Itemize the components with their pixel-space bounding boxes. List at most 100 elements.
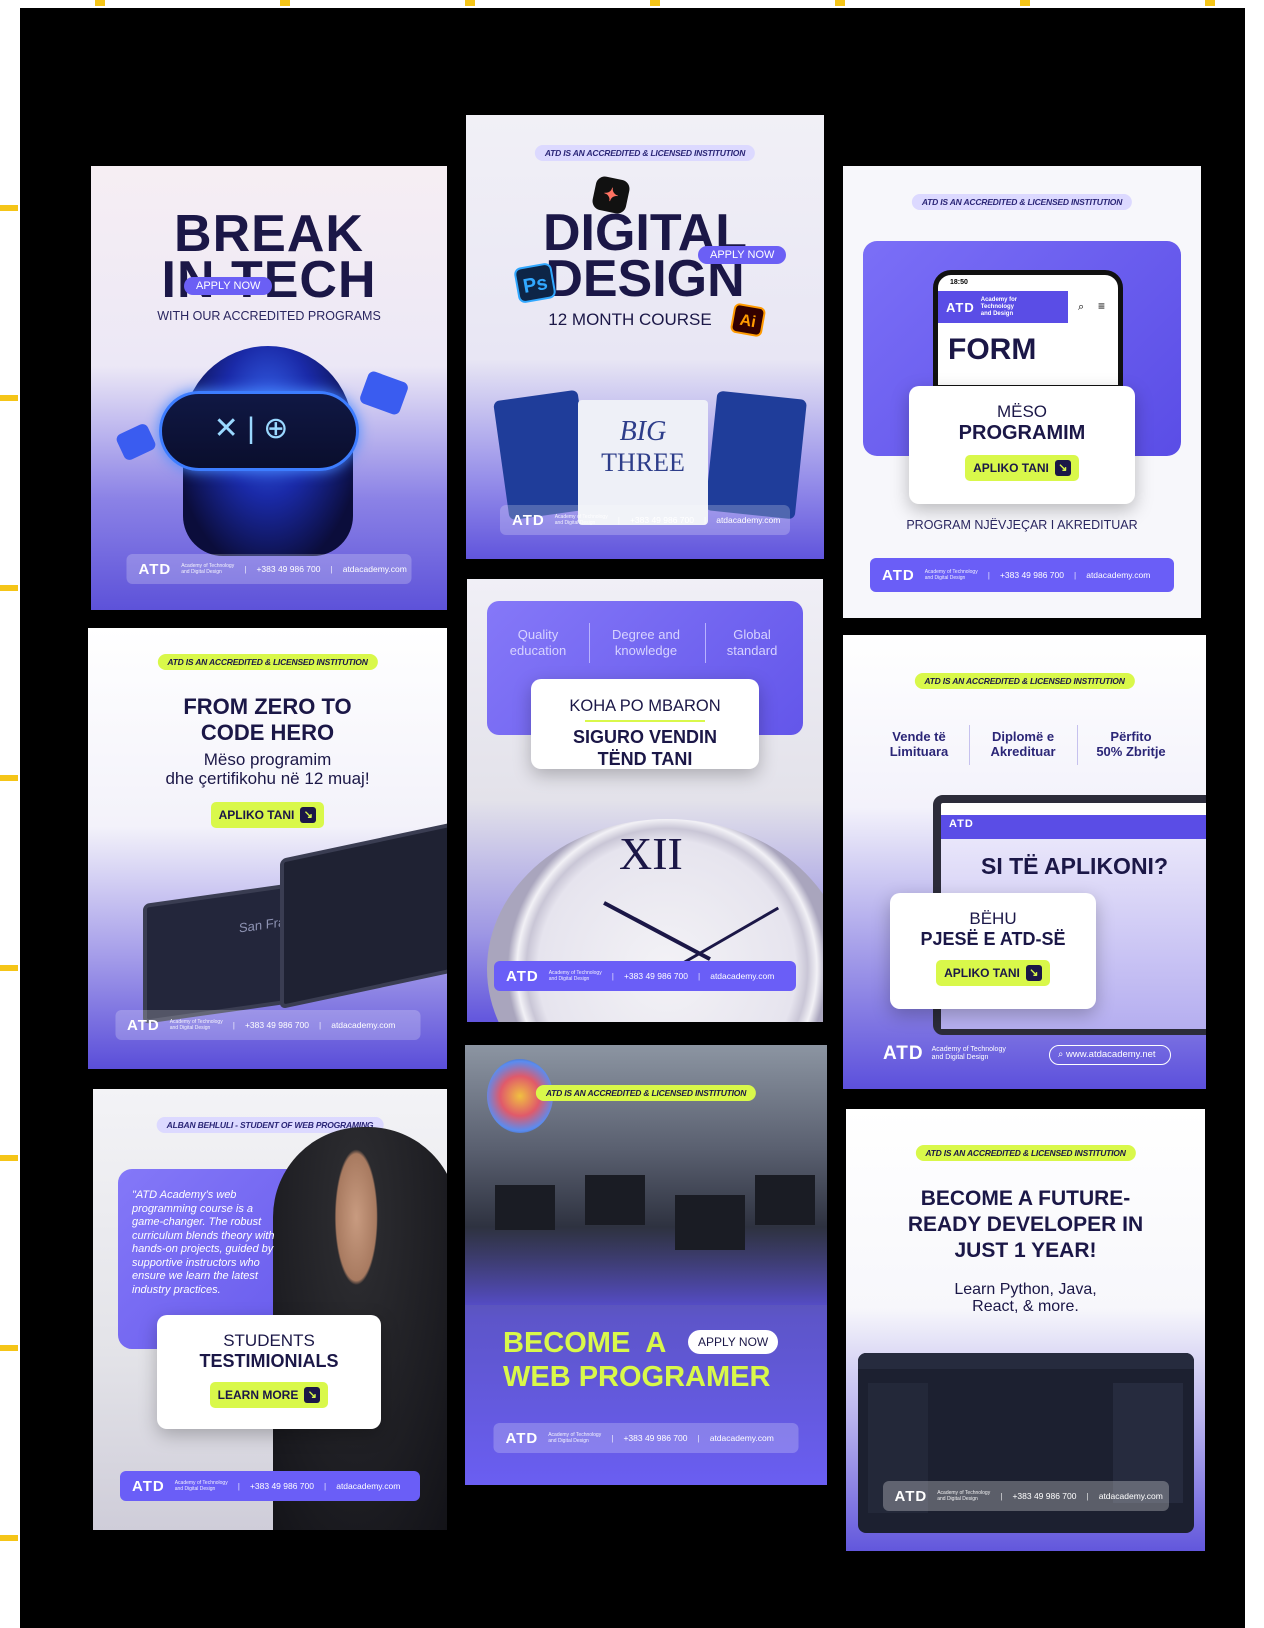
accredited-badge: ATD IS AN ACCREDITED & LICENSED INSTITUT…	[157, 654, 378, 670]
card-footer: ATD Academy of Technology and Digital Des…	[493, 1423, 799, 1453]
benefit-col-3: Përfito 50% Zbritje	[1096, 729, 1166, 759]
website: atdacademy.com	[1098, 1491, 1163, 1501]
visor-glyphs: ✕ | ⊕	[213, 412, 289, 445]
menu-icon[interactable]: ≡	[1098, 299, 1105, 313]
decor-tick	[0, 1535, 18, 1541]
programim-box: MËSO PROGRAMIM APLIKO TANI ↘	[909, 386, 1135, 504]
decor-tick	[0, 395, 18, 401]
decor-tick	[465, 0, 475, 6]
koha-line1: KOHA PO MBARON	[569, 697, 721, 715]
testimonial-box: STUDENTS TESTIMIONIALS LEARN MORE ↘	[157, 1315, 381, 1429]
atd-logo: ATD	[894, 1487, 928, 1505]
laptop-screen-right	[280, 820, 447, 1010]
clock-numeral-xii: XII	[619, 828, 683, 879]
phone-number: +383 49 986 700	[629, 515, 694, 525]
decor-tick	[1205, 0, 1215, 6]
arrow-icon: ↘	[300, 807, 317, 823]
card-footer: ATD Academy of Technology and Digital Des…	[882, 1481, 1169, 1511]
decor-tick	[0, 1345, 18, 1351]
decor-tick	[835, 0, 845, 6]
future-title3: JUST 1 YEAR!	[954, 1239, 1097, 1262]
divider	[1077, 725, 1078, 765]
phone-number: +383 49 986 700	[256, 564, 321, 574]
apply-now-pill[interactable]: APPLY NOW	[688, 1330, 779, 1354]
card-footer: ATD Academy of Technology and Digital Des…	[494, 961, 796, 991]
card-meso-programim[interactable]: ATD IS AN ACCREDITED & LICENSED INSTITUT…	[843, 166, 1201, 618]
future-title1: BECOME A FUTURE-	[920, 1187, 1131, 1210]
card-digital-design[interactable]: ATD IS AN ACCREDITED & LICENSED INSTITUT…	[466, 115, 824, 559]
search-icon: ⌕	[1058, 1049, 1064, 1060]
testimonial-line2: TESTIMIONIALS	[199, 1351, 339, 1371]
card-break-in-tech[interactable]: BREAK IN TECH APPLY NOW WITH OUR ACCREDI…	[91, 166, 447, 610]
apply-now-pill[interactable]: APPLY NOW	[698, 246, 787, 264]
atd-logo: ATD	[882, 566, 915, 584]
phone-header: ATD Academy for Technology and Design	[938, 291, 1068, 323]
website: atdacademy.com	[336, 1481, 401, 1491]
aplikoni-line1: BËHU	[969, 909, 1017, 928]
logo-subtitle: Academy of Technology and Digital Design	[174, 1480, 228, 1492]
decor-tick	[1020, 0, 1030, 6]
illustrator-icon: Ai	[729, 302, 767, 338]
card-footer: ATD Academy of Technology and Digital Des…	[120, 1471, 420, 1501]
logo-subtitle: Academy of Technology and Digital Design	[937, 1490, 991, 1502]
apliko-tani-button[interactable]: APLIKO TANI ↘	[936, 960, 1050, 986]
break-subtitle: WITH OUR ACCREDITED PROGRAMS	[157, 309, 381, 323]
logo-subtitle: Academy of Technology and Digital Design	[554, 514, 608, 526]
apply-now-pill[interactable]: APPLY NOW	[184, 277, 273, 295]
decor-tick	[650, 0, 660, 6]
phone-number: +383 49 986 700	[1012, 1491, 1077, 1501]
accredited-badge: ATD IS AN ACCREDITED & LICENSED INSTITUT…	[915, 1145, 1136, 1161]
book-line1: BIG	[619, 416, 667, 447]
benefit-col-1: Vende të Limituara	[889, 729, 949, 759]
atd-logo: ATD	[512, 511, 545, 529]
accredited-badge: ATD IS AN ACCREDITED & LICENSED INSTITUT…	[914, 673, 1135, 689]
card-testimonials[interactable]: ALBAN BEHLULI - STUDENT OF WEB PROGRAMIN…	[93, 1089, 447, 1530]
apliko-tani-button[interactable]: APLIKO TANI ↘	[965, 455, 1079, 481]
learn-more-button[interactable]: LEARN MORE ↘	[209, 1382, 329, 1408]
programim-tagline: PROGRAM NJËVJEÇAR I AKREDITUAR	[906, 518, 1138, 532]
monitor	[495, 1185, 555, 1230]
phone-number: +383 49 986 700	[244, 1020, 309, 1030]
search-icon[interactable]: ⌕	[1078, 301, 1084, 314]
apliko-tani-button[interactable]: APLIKO TANI ↘	[210, 802, 325, 828]
phone-number: +383 49 986 700	[623, 1433, 688, 1443]
accredited-badge: ATD IS AN ACCREDITED & LICENSED INSTITUT…	[911, 194, 1133, 210]
phone-number: +383 49 986 700	[249, 1481, 314, 1491]
accredited-badge: ATD IS AN ACCREDITED & LICENSED INSTITUT…	[534, 145, 756, 161]
card-si-te-aplikoni[interactable]: ATD IS AN ACCREDITED & LICENSED INSTITUT…	[843, 635, 1206, 1089]
card-footer: ATD Academy of Technology and Digital Des…	[126, 554, 412, 584]
koha-line2: SIGURO VENDIN	[572, 727, 718, 747]
koha-line3: TËND TANI	[597, 749, 693, 769]
card-future-developer[interactable]: ATD IS AN ACCREDITED & LICENSED INSTITUT…	[846, 1109, 1205, 1551]
arrow-icon: ↘	[1054, 460, 1071, 476]
ide-toolbar	[858, 1353, 1194, 1369]
card-footer: ATD Academy of Technology and Digital Des…	[870, 558, 1174, 592]
benefit-col-2: Diplomë e Akredituar	[990, 729, 1056, 759]
logo-subtitle: Academy of Technology and Digital Design	[181, 563, 235, 575]
atd-logo: ATD	[127, 1016, 160, 1034]
monitor	[675, 1195, 745, 1250]
website-pill[interactable]: ⌕ www.atdacademy.net	[1049, 1045, 1171, 1065]
card-koha-po-mbaron[interactable]: Quality education Degree and knowledge Glo…	[467, 579, 823, 1022]
phone-time: 18:50	[950, 279, 968, 286]
card-web-programer[interactable]: ATD IS AN ACCREDITED & LICENSED INSTITUT…	[465, 1045, 827, 1485]
benefit-col-2: Degree and knowledge	[612, 627, 680, 658]
logo-subtitle: Academy of Technology and Digital Design	[924, 569, 978, 581]
koha-underline	[585, 720, 705, 722]
phone-mockup: 18:50 ATD Academy for Technology and Desig…	[933, 270, 1123, 390]
code-hero-title2: CODE HERO	[200, 720, 335, 745]
accredited-badge: ATD IS AN ACCREDITED & LICENSED INSTITUT…	[535, 1085, 757, 1101]
atd-logo: ATD	[506, 967, 539, 985]
decor-tick	[0, 1155, 18, 1161]
footer-logo: ATD Academy of Technology and Digital Des…	[883, 1043, 1006, 1064]
browser-logo: ATD	[949, 818, 974, 830]
divider	[589, 623, 590, 663]
website: atdacademy.com	[342, 564, 407, 574]
card-code-hero[interactable]: ATD IS AN ACCREDITED & LICENSED INSTITUT…	[88, 628, 447, 1069]
book-line2: THREE	[601, 448, 685, 477]
decor-tick	[0, 775, 18, 781]
decor-tick	[95, 0, 105, 6]
atd-logo: ATD	[138, 560, 172, 578]
arrow-icon: ↘	[1025, 965, 1042, 981]
monitor	[755, 1175, 815, 1225]
